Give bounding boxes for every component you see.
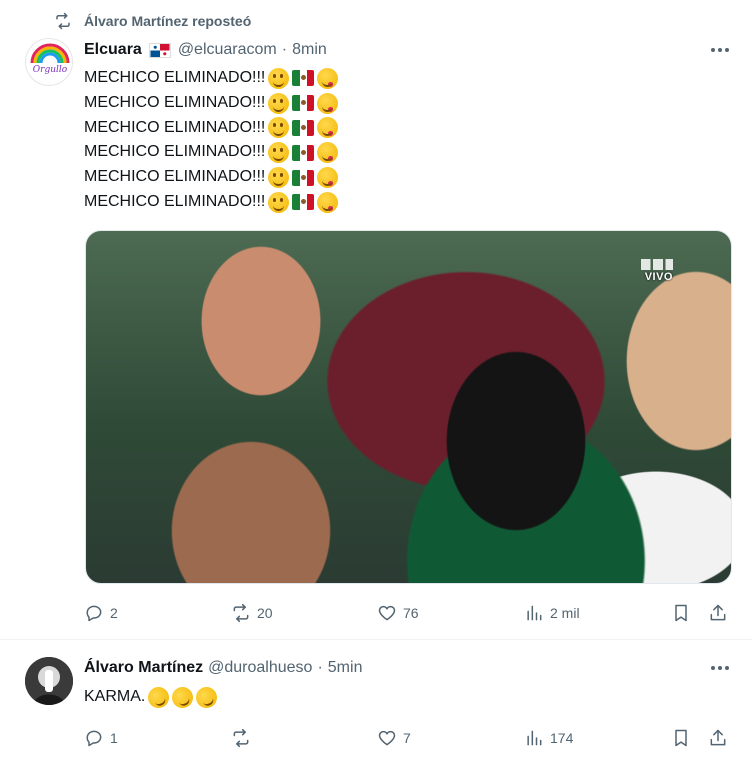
retweet-icon (233, 603, 249, 623)
views-button[interactable]: 2 mil (524, 603, 580, 623)
zany-face-icon (268, 117, 290, 139)
mexico-flag-icon (292, 194, 315, 211)
handle[interactable]: @duroalhueso (208, 659, 312, 677)
rofl-face-icon (192, 683, 221, 711)
more-dots-icon (711, 666, 715, 670)
avatar[interactable] (25, 657, 73, 705)
rofl-face-icon (144, 683, 173, 711)
display-name[interactable]: Elcuara (84, 41, 142, 59)
share-button[interactable] (708, 728, 728, 748)
separator: · (281, 41, 288, 58)
separator: · (317, 659, 323, 676)
person-silhouette-icon (25, 657, 73, 705)
tweet-text: KARMA. (84, 683, 221, 711)
retweet-count: 20 (257, 605, 273, 621)
timestamp[interactable]: 8min (292, 41, 327, 59)
yum-face-icon (317, 167, 339, 189)
handle[interactable]: @elcuaracom (178, 41, 277, 59)
zany-face-icon (268, 142, 290, 164)
analytics-icon (527, 605, 542, 621)
tweet-header: Elcuara @elcuaracom · 8min (84, 39, 327, 61)
retweet-button[interactable] (231, 728, 257, 748)
more-dots-icon (711, 48, 715, 52)
svg-text:Orgullo: Orgullo (33, 65, 68, 75)
mexico-flag-icon (292, 144, 315, 161)
reply-button[interactable]: 2 (84, 603, 118, 623)
tweet-line: MECHICO ELIMINADO!!! (84, 91, 724, 116)
tweet-line: MECHICO ELIMINADO!!! (84, 165, 724, 190)
reply-icon (86, 730, 102, 747)
yum-face-icon (317, 92, 339, 114)
yum-face-icon (317, 117, 339, 139)
tweet-line: MECHICO ELIMINADO!!! (84, 116, 724, 141)
view-count: 2 mil (550, 605, 580, 621)
display-name[interactable]: Álvaro Martínez (84, 659, 203, 677)
bookmark-icon (675, 604, 687, 622)
view-count: 174 (550, 730, 574, 746)
retweet-icon (233, 728, 249, 748)
share-icon (710, 729, 726, 746)
action-bar: 1 7 174 (84, 725, 734, 751)
zany-face-icon (268, 191, 290, 213)
mexico-flag-icon (292, 119, 315, 136)
yum-face-icon (317, 142, 339, 164)
reply-count: 2 (110, 605, 118, 621)
timestamp[interactable]: 5min (328, 659, 363, 677)
action-bar: 2 20 76 2 mil (84, 600, 734, 626)
share-icon (710, 604, 726, 621)
rofl-face-icon (168, 683, 197, 711)
views-button[interactable]: 174 (524, 728, 573, 748)
like-count: 76 (403, 605, 419, 621)
yum-face-icon (317, 191, 339, 213)
heart-icon (378, 730, 396, 746)
reply-icon (86, 605, 102, 622)
share-button[interactable] (708, 603, 728, 623)
like-button[interactable]: 7 (377, 728, 411, 748)
bookmark-button[interactable] (671, 728, 691, 748)
more-options-button[interactable] (708, 40, 732, 60)
zany-face-icon (268, 167, 290, 189)
tweet-line: MECHICO ELIMINADO!!! (84, 66, 724, 91)
tweet-line: MECHICO ELIMINADO!!! (84, 190, 724, 215)
avatar[interactable]: Orgullo (25, 38, 73, 86)
elcuara-logo-icon: Orgullo (30, 43, 70, 83)
analytics-icon (527, 730, 542, 746)
bookmark-icon (675, 729, 687, 747)
heart-icon (378, 605, 396, 621)
like-count: 7 (403, 730, 411, 746)
tweet-line: MECHICO ELIMINADO!!! (84, 140, 724, 165)
live-label: VIVO (644, 271, 673, 283)
mexico-flag-icon (292, 169, 315, 186)
retweet-button[interactable]: 20 (231, 603, 273, 623)
tweet-header: Álvaro Martínez @duroalhueso · 5min (84, 657, 362, 679)
mexico-flag-icon (292, 95, 315, 112)
tweet-media-image[interactable]: VIVO (85, 230, 732, 584)
more-options-button[interactable] (708, 658, 732, 678)
like-button[interactable]: 76 (377, 603, 419, 623)
zany-face-icon (268, 92, 290, 114)
reply-count: 1 (110, 730, 118, 746)
panama-flag-icon (148, 42, 171, 58)
reply-button[interactable]: 1 (84, 728, 118, 748)
bookmark-button[interactable] (671, 603, 691, 623)
mexico-flag-icon (292, 70, 315, 87)
yum-face-icon (317, 67, 339, 89)
tweet-text: MECHICO ELIMINADO!!! MECHICO ELIMINADO!!… (84, 66, 724, 215)
zany-face-icon (268, 67, 290, 89)
broadcast-logo-icon (641, 259, 673, 270)
tweet[interactable]: Orgullo Elcuara @elcuaracom · 8min MECHI… (0, 0, 752, 640)
